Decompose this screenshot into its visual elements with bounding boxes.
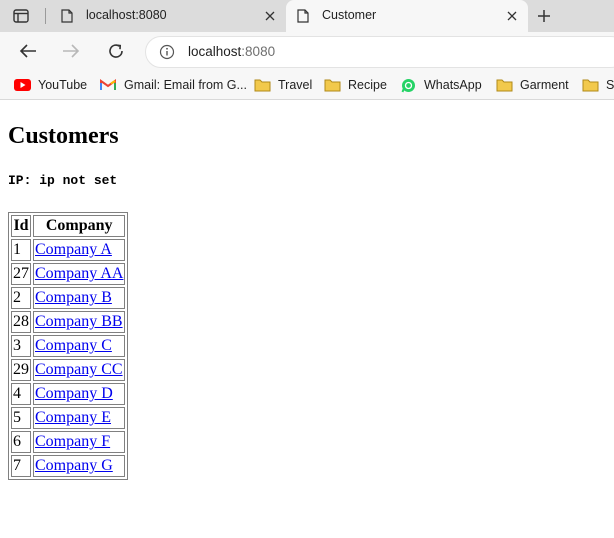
url-port: :8080 [241, 44, 276, 59]
cell-id: 28 [11, 311, 31, 333]
cell-id: 29 [11, 359, 31, 381]
bookmark-youtube[interactable]: YouTube [13, 75, 87, 95]
company-link[interactable]: Company A [35, 241, 112, 258]
close-tab-button[interactable] [504, 8, 520, 24]
cell-id: 2 [11, 287, 31, 309]
address-bar[interactable]: localhost:8080 [145, 36, 614, 68]
cell-company: Company C [33, 335, 126, 357]
column-header-id: Id [11, 215, 31, 237]
cell-company: Company F [33, 431, 126, 453]
table-row: 2 Company B [11, 287, 126, 309]
info-icon[interactable] [159, 44, 175, 60]
page-icon [61, 9, 73, 23]
company-link[interactable]: Company D [35, 385, 113, 402]
reload-button[interactable] [105, 40, 127, 62]
page-icon [297, 9, 309, 23]
tab-actions-icon [13, 9, 29, 23]
tab-customer[interactable]: Customer [286, 0, 528, 32]
bookmark-label: Recipe [348, 78, 387, 92]
ip-label: IP: ip not set [8, 173, 118, 188]
page-title: Customers [8, 123, 119, 149]
close-icon [507, 11, 517, 21]
folder-icon [323, 78, 341, 92]
company-link[interactable]: Company C [35, 337, 112, 354]
cell-id: 27 [11, 263, 31, 285]
cell-company: Company BB [33, 311, 126, 333]
table-row: 6 Company F [11, 431, 126, 453]
url-text: localhost:8080 [188, 44, 275, 59]
cell-id: 4 [11, 383, 31, 405]
cell-id: 1 [11, 239, 31, 261]
table-row: 5 Company E [11, 407, 126, 429]
page-content: Customers IP: ip not set Id Company 1 Co… [0, 100, 614, 538]
cell-company: Company E [33, 407, 126, 429]
bookmark-folder-recipe[interactable]: Recipe [323, 75, 387, 95]
close-tab-button[interactable] [262, 8, 278, 24]
table-row: 1 Company A [11, 239, 126, 261]
reload-icon [109, 44, 123, 58]
arrow-right-icon [63, 44, 80, 58]
company-link[interactable]: Company F [35, 433, 110, 450]
tab-strip: localhost:8080 Customer [0, 0, 614, 32]
folder-icon [253, 78, 271, 92]
cell-id: 5 [11, 407, 31, 429]
table-row: 7 Company G [11, 455, 126, 477]
bookmark-label: Sc [606, 78, 614, 92]
browser-toolbar: localhost:8080 [0, 32, 614, 70]
company-link[interactable]: Company E [35, 409, 111, 426]
tab-title: Customer [322, 8, 377, 22]
tab-localhost[interactable]: localhost:8080 [50, 0, 286, 32]
tab-title: localhost:8080 [86, 8, 167, 22]
youtube-icon [13, 78, 31, 92]
whatsapp-icon [399, 78, 417, 92]
tab-actions-button[interactable] [9, 5, 33, 27]
plus-icon [538, 10, 550, 22]
arrow-left-icon [19, 44, 36, 58]
cell-company: Company AA [33, 263, 126, 285]
bookmark-whatsapp[interactable]: WhatsApp [399, 75, 482, 95]
column-header-company: Company [33, 215, 126, 237]
new-tab-button[interactable] [532, 5, 556, 27]
table-row: 28 Company BB [11, 311, 126, 333]
back-button[interactable] [17, 40, 39, 62]
table-row: 29 Company CC [11, 359, 126, 381]
bookmark-label: YouTube [38, 78, 88, 92]
table-row: 4 Company D [11, 383, 126, 405]
customers-table: Id Company 1 Company A 27 Company AA 2 C… [8, 212, 129, 480]
company-link[interactable]: Company B [35, 289, 112, 306]
company-link[interactable]: Company G [35, 457, 113, 474]
bookmark-folder-travel[interactable]: Travel [253, 75, 312, 95]
gmail-icon [99, 78, 117, 92]
bookmark-label: Gmail: Email from G... [124, 78, 247, 92]
cell-company: Company A [33, 239, 126, 261]
cell-id: 6 [11, 431, 31, 453]
bookmark-label: Travel [278, 78, 313, 92]
close-icon [265, 11, 275, 21]
forward-button[interactable] [60, 40, 82, 62]
cell-company: Company G [33, 455, 126, 477]
url-host: localhost [188, 44, 242, 59]
tab-separator [45, 8, 46, 24]
bookmark-label: WhatsApp [424, 78, 482, 92]
table-header-row: Id Company [11, 215, 126, 237]
folder-icon [581, 78, 599, 92]
bookmark-folder-garment[interactable]: Garment [495, 75, 569, 95]
bookmark-gmail[interactable]: Gmail: Email from G... [99, 75, 247, 95]
cell-id: 7 [11, 455, 31, 477]
folder-icon [495, 78, 513, 92]
company-link[interactable]: Company AA [35, 265, 123, 282]
bookmarks-bar: YouTube Gmail: Email from G... Travel Re… [0, 70, 614, 100]
cell-company: Company D [33, 383, 126, 405]
bookmark-folder-sc[interactable]: Sc [581, 75, 614, 95]
cell-company: Company B [33, 287, 126, 309]
cell-company: Company CC [33, 359, 126, 381]
company-link[interactable]: Company CC [35, 361, 123, 378]
bookmark-label: Garment [520, 78, 569, 92]
company-link[interactable]: Company BB [35, 313, 123, 330]
table-row: 3 Company C [11, 335, 126, 357]
table-row: 27 Company AA [11, 263, 126, 285]
cell-id: 3 [11, 335, 31, 357]
